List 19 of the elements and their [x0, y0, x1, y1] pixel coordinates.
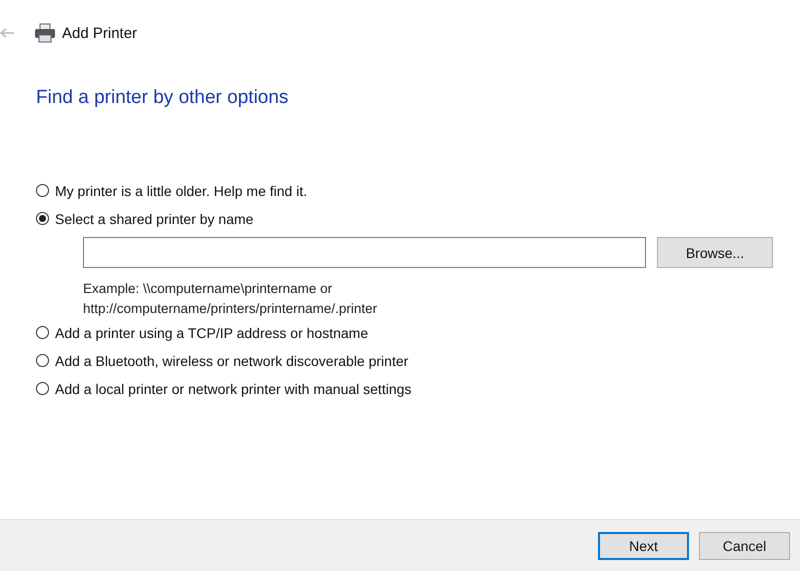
option-label[interactable]: Select a shared printer by name: [55, 210, 254, 226]
option-label[interactable]: Add a Bluetooth, wireless or network discoverable printer: [55, 352, 408, 368]
option-label[interactable]: Add a local printer or network printer with manual settings: [55, 380, 412, 396]
printer-icon: [34, 23, 56, 43]
browse-button[interactable]: Browse...: [657, 237, 773, 268]
radio-button[interactable]: [36, 354, 49, 367]
option-label[interactable]: My printer is a little older. Help me find it.: [55, 182, 308, 198]
radio-button[interactable]: [36, 326, 49, 339]
next-button[interactable]: Next: [598, 532, 689, 560]
example-text: http://computername/printers/printername/.printer: [83, 300, 378, 318]
radio-button[interactable]: [36, 212, 49, 225]
page-heading: Find a printer by other options: [36, 87, 290, 110]
radio-button[interactable]: [36, 382, 49, 395]
radio-button[interactable]: [36, 184, 49, 197]
example-text: Example: \\computername\printername or: [83, 280, 334, 298]
window-title: Add Printer: [62, 24, 138, 42]
printer-name-field[interactable]: [83, 237, 646, 268]
option-label[interactable]: Add a printer using a TCP/IP address or hostname: [55, 324, 368, 340]
cancel-button[interactable]: Cancel: [699, 532, 790, 560]
